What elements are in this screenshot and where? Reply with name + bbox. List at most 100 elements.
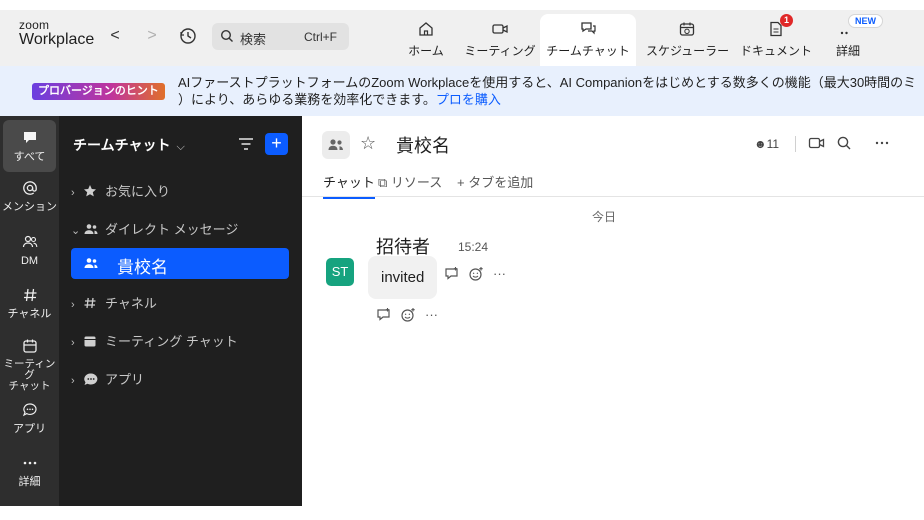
app-bubble-icon [83,372,99,386]
group-avatar [322,131,350,159]
rail-item-apps[interactable]: アプリ [0,401,59,435]
section-channels[interactable]: › チャネル [71,293,157,311]
at-sign-icon [21,179,39,197]
sender-avatar[interactable]: ST [326,258,354,286]
banner-line-2: ）により、あらゆる業務を効率化できます。プロを購入 [178,91,924,108]
hash-icon [21,286,39,304]
rail-item-dm[interactable]: DM [0,233,59,267]
subtab-resources[interactable]: ⧉ リソース [378,172,442,191]
rail-label-channels: チャネル [7,308,52,320]
section-meeting-chats[interactable]: › ミーティング チャット [71,331,238,349]
people-icon [21,233,39,251]
add-reaction-icon[interactable] [468,266,484,282]
tab-team-chat-label: チームチャット [546,44,630,58]
rail-item-channels[interactable]: チャネル [0,286,59,320]
chat-item-selected[interactable]: 貴校名 [71,248,289,279]
search-placeholder: 検索 [240,32,267,47]
banner-line-1: AIファーストプラットフォームのZoom Workplaceを使用すると、AI … [178,75,917,90]
left-rail: すべて メンション DM チャネル ミーティング チャット アプリ 詳細 [0,116,59,506]
people-icon [83,222,99,236]
add-reaction-icon[interactable] [400,307,416,323]
filter-icon[interactable] [237,136,255,152]
rail-label-all: すべて [13,151,46,163]
chevron-down-icon: ⌵ [176,141,185,153]
video-call-icon[interactable] [808,135,826,151]
search-icon[interactable] [836,135,854,151]
rail-label-more: 詳細 [18,476,41,488]
chat-icon [579,20,597,38]
hash-icon [83,296,99,310]
calendar-clock-icon [678,20,696,38]
chevron-right-icon: › [71,375,75,387]
tab-scheduler-label: スケジューラー [646,44,730,58]
tab-home[interactable]: ホーム [396,14,456,66]
history-icon[interactable] [178,26,198,46]
calendar-icon [83,334,99,348]
member-count-button[interactable]: ☻11 [754,137,779,151]
ellipsis-icon [21,454,39,472]
section-favorites[interactable]: › お気に入り [71,181,170,199]
more-options-icon[interactable] [874,135,892,151]
rail-item-more[interactable]: 詳細 [0,454,59,488]
document-icon: 1 [767,14,793,38]
rail-item-mentions[interactable]: メンション [0,179,59,213]
tab-home-label: ホーム [408,44,444,58]
rail-label-dm: DM [20,255,39,267]
chat-main-panel: ☆ 貴校名 ☻11 チャット ⧉ リソース + タブを追加 今日 ST 招待者 … [302,116,924,520]
section-direct-messages-label: ダイレクト メッセージ [105,222,239,237]
message-more-icon[interactable]: ··· [493,266,509,282]
chat-list-title: チームチャット [73,137,171,153]
rail-label-meeting-chat: ミーティング チャット [3,358,56,392]
tab-scheduler[interactable]: スケジューラー [646,14,730,66]
subtab-resources-label: リソース [390,175,443,190]
resources-icon: ⧉ [378,175,388,190]
date-separator: 今日 [592,210,617,224]
tab-team-chat[interactable]: チームチャット [540,14,636,66]
rail-item-meeting-chat[interactable]: ミーティング チャット [0,337,59,392]
subtab-chat[interactable]: チャット [323,172,375,199]
chat-title: 貴校名 [396,136,450,156]
tab-documents[interactable]: 1 ドキュメント [740,14,812,66]
chevron-down-icon: ⌄ [71,225,81,237]
message-bubble[interactable]: invited [368,256,438,299]
top-bar: zoom Workplace < > 検索 Ctrl+F ホーム ミーティング … [0,10,924,66]
section-direct-messages[interactable]: ⌄ ダイレクト メッセージ [71,219,238,237]
rail-label-apps: アプリ [13,423,46,435]
new-badge: NEW [848,14,883,28]
tab-more-label: 詳細 [835,44,860,58]
chevron-right-icon: › [71,187,75,199]
back-button[interactable]: < [106,27,124,45]
rail-item-all[interactable]: すべて [3,120,56,172]
reply-thread-icon[interactable] [376,307,392,323]
thread-more-icon[interactable]: ··· [425,307,441,323]
logo-workplace-text: Workplace [19,31,95,48]
subtab-add-tab-label: タブを追加 [468,175,534,190]
chat-subtabs: チャット ⧉ リソース + タブを追加 [302,172,924,199]
calendar-icon [21,337,39,355]
section-meeting-chats-label: ミーティング チャット [105,334,238,349]
rail-label-mentions: メンション [2,201,57,213]
search-input[interactable]: 検索 Ctrl+F [212,23,349,50]
chevron-right-icon: › [71,299,75,311]
pro-tip-badge: プロバージョンのヒント [32,83,165,100]
banner-text: AIファーストプラットフォームのZoom Workplaceを使用すると、AI … [178,74,924,108]
search-icon [220,29,234,43]
plus-icon: + [457,175,465,190]
person-icon: ☻ [754,137,767,151]
forward-button[interactable]: > [143,27,161,45]
chat-item-selected-label: 貴校名 [117,258,168,277]
banner-line-2-text: ）により、あらゆる業務を効率化できます。 [178,92,436,107]
new-chat-button[interactable]: + [265,133,288,155]
star-icon [83,184,99,198]
section-apps[interactable]: › アプリ [71,369,144,387]
zoom-workplace-logo: zoom Workplace [19,19,94,48]
video-camera-icon [491,20,509,38]
star-icon[interactable]: ☆ [360,133,376,154]
documents-badge: 1 [780,14,793,27]
section-apps-label: アプリ [105,372,145,387]
reply-thread-icon[interactable] [444,266,460,282]
tab-meetings[interactable]: ミーティング [464,14,536,66]
subtab-add-tab[interactable]: + タブを追加 [457,172,533,191]
buy-pro-link[interactable]: プロを購入 [436,92,501,107]
chat-list-title-dropdown[interactable]: チームチャット ⌵ [73,135,185,155]
